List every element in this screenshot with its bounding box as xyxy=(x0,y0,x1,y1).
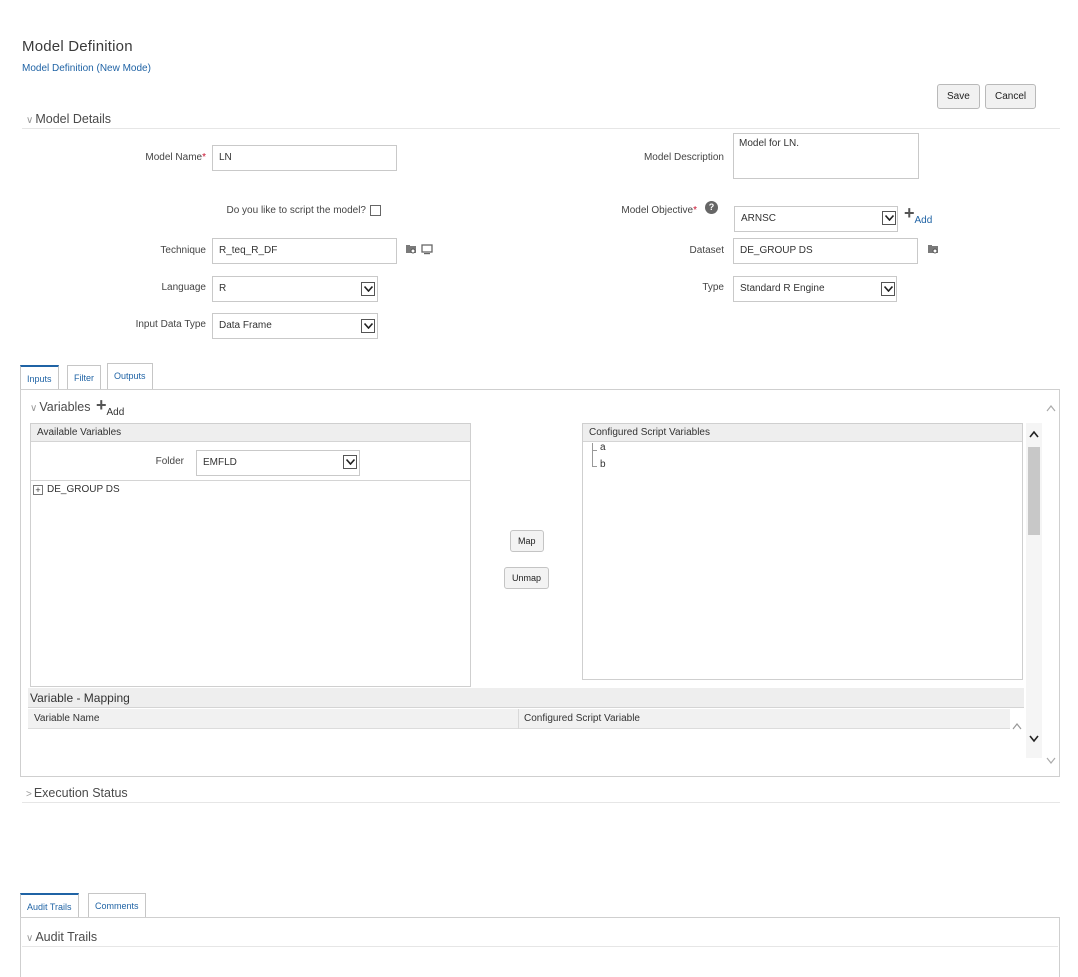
tree-expand-icon[interactable]: + xyxy=(33,485,43,495)
tab-audit-trails[interactable]: Audit Trails xyxy=(20,893,79,918)
type-label: Type xyxy=(702,282,724,293)
input-data-type-select[interactable]: Data Frame xyxy=(212,313,378,339)
plus-icon: + xyxy=(904,203,915,223)
model-objective-label: Model Objective* xyxy=(592,205,697,216)
technique-label: Technique xyxy=(160,245,206,256)
model-details-header[interactable]: ∨ Model Details xyxy=(26,112,111,126)
model-objective-select[interactable]: ARNSC xyxy=(734,206,898,232)
configured-variables-panel: Configured Script Variables xyxy=(582,423,1023,680)
input-data-type-label: Input Data Type xyxy=(135,319,206,330)
section-divider xyxy=(22,128,1060,129)
type-select[interactable]: Standard R Engine xyxy=(733,276,897,302)
variables-header[interactable]: ∨ Variables xyxy=(30,400,91,414)
add-variable-link[interactable]: +Add xyxy=(96,395,124,418)
cancel-button[interactable]: Cancel xyxy=(985,84,1037,109)
dataset-input[interactable]: DE_GROUP DS xyxy=(733,238,918,264)
dropdown-arrow-icon[interactable] xyxy=(343,455,357,469)
chevron-down-icon: ∨ xyxy=(30,403,38,414)
model-name-label: Model Name* xyxy=(100,152,206,163)
variable-mapping-header: Variable - Mapping xyxy=(28,688,1024,708)
execution-status-header[interactable]: > Execution Status xyxy=(26,786,128,800)
mapping-scroll-up-icon[interactable] xyxy=(1012,722,1022,730)
tab-comments[interactable]: Comments xyxy=(88,893,146,917)
add-variable-text: Add xyxy=(106,407,125,418)
model-description-textarea[interactable]: Model for LN. xyxy=(733,133,919,179)
folder-select[interactable]: EMFLD xyxy=(196,450,360,476)
dropdown-arrow-icon[interactable] xyxy=(361,282,375,296)
chevron-down-icon: ∨ xyxy=(26,115,34,126)
column-header-variable-name[interactable]: Variable Name xyxy=(34,713,99,724)
language-select[interactable]: R xyxy=(212,276,378,302)
model-objective-label-text: Model Objective xyxy=(621,205,694,216)
variables-header-text: Variables xyxy=(39,400,91,414)
tree-root-item[interactable]: DE_GROUP DS xyxy=(47,484,120,495)
page-subtitle[interactable]: Model Definition (New Mode) xyxy=(22,63,151,74)
scrollbar-thumb[interactable] xyxy=(1028,447,1040,535)
panel-divider xyxy=(31,480,470,481)
help-icon[interactable]: ? xyxy=(705,201,718,214)
model-name-label-text: Model Name xyxy=(145,152,203,163)
monitor-icon[interactable] xyxy=(421,243,433,258)
outer-scroll-up-icon[interactable] xyxy=(1046,404,1056,412)
tab-inputs[interactable]: Inputs xyxy=(20,365,59,390)
column-header-configured-variable[interactable]: Configured Script Variable xyxy=(524,713,640,724)
map-button[interactable]: Map xyxy=(510,530,544,552)
tree-branch xyxy=(592,466,597,467)
audit-trails-panel xyxy=(20,917,1060,977)
folder-browse-icon[interactable] xyxy=(405,243,417,258)
required-marker: * xyxy=(693,205,697,216)
model-description-label: Model Description xyxy=(643,152,724,163)
save-button[interactable]: Save xyxy=(937,84,980,109)
chevron-down-icon: ∨ xyxy=(26,933,34,944)
dropdown-arrow-icon[interactable] xyxy=(882,211,896,225)
scroll-down-icon[interactable] xyxy=(1029,735,1039,743)
section-divider xyxy=(22,802,1060,803)
unmap-button[interactable]: Unmap xyxy=(504,567,550,589)
model-details-header-text: Model Details xyxy=(35,112,112,126)
tree-line xyxy=(592,443,593,467)
tree-branch xyxy=(592,450,597,451)
execution-status-header-text: Execution Status xyxy=(33,786,128,800)
available-variables-header: Available Variables xyxy=(31,424,470,442)
mapping-table-header: Variable Name Configured Script Variable xyxy=(28,709,1010,729)
required-marker: * xyxy=(202,152,206,163)
configured-variables-header: Configured Script Variables xyxy=(583,424,1022,442)
script-model-label: Do you like to script the model? xyxy=(226,205,366,216)
language-label: Language xyxy=(161,282,207,293)
chevron-right-icon: > xyxy=(26,789,32,800)
scroll-up-icon[interactable] xyxy=(1029,430,1039,438)
tab-outputs[interactable]: Outputs xyxy=(107,363,153,389)
audit-trails-header[interactable]: ∨ Audit Trails xyxy=(26,930,97,944)
add-objective-link[interactable]: +Add xyxy=(904,203,932,226)
dropdown-arrow-icon[interactable] xyxy=(881,282,895,296)
tab-filter[interactable]: Filter xyxy=(67,365,101,389)
section-divider xyxy=(22,946,1058,947)
dataset-label: Dataset xyxy=(689,245,724,256)
inner-scrollbar[interactable] xyxy=(1026,423,1042,758)
add-link-text: Add xyxy=(914,215,933,226)
outer-scroll-down-icon[interactable] xyxy=(1046,757,1056,765)
script-model-checkbox[interactable] xyxy=(370,205,381,216)
folder-browse-icon[interactable] xyxy=(927,243,939,258)
dropdown-arrow-icon[interactable] xyxy=(361,319,375,333)
audit-trails-header-text: Audit Trails xyxy=(35,930,98,944)
configured-variable-item[interactable]: a xyxy=(600,442,606,453)
page-title: Model Definition xyxy=(22,38,133,55)
technique-input[interactable]: R_teq_R_DF xyxy=(212,238,397,264)
model-name-input[interactable]: LN xyxy=(212,145,397,171)
configured-variable-item[interactable]: b xyxy=(600,459,606,470)
folder-label: Folder xyxy=(155,456,184,467)
column-divider xyxy=(518,709,519,729)
plus-icon: + xyxy=(96,395,107,415)
